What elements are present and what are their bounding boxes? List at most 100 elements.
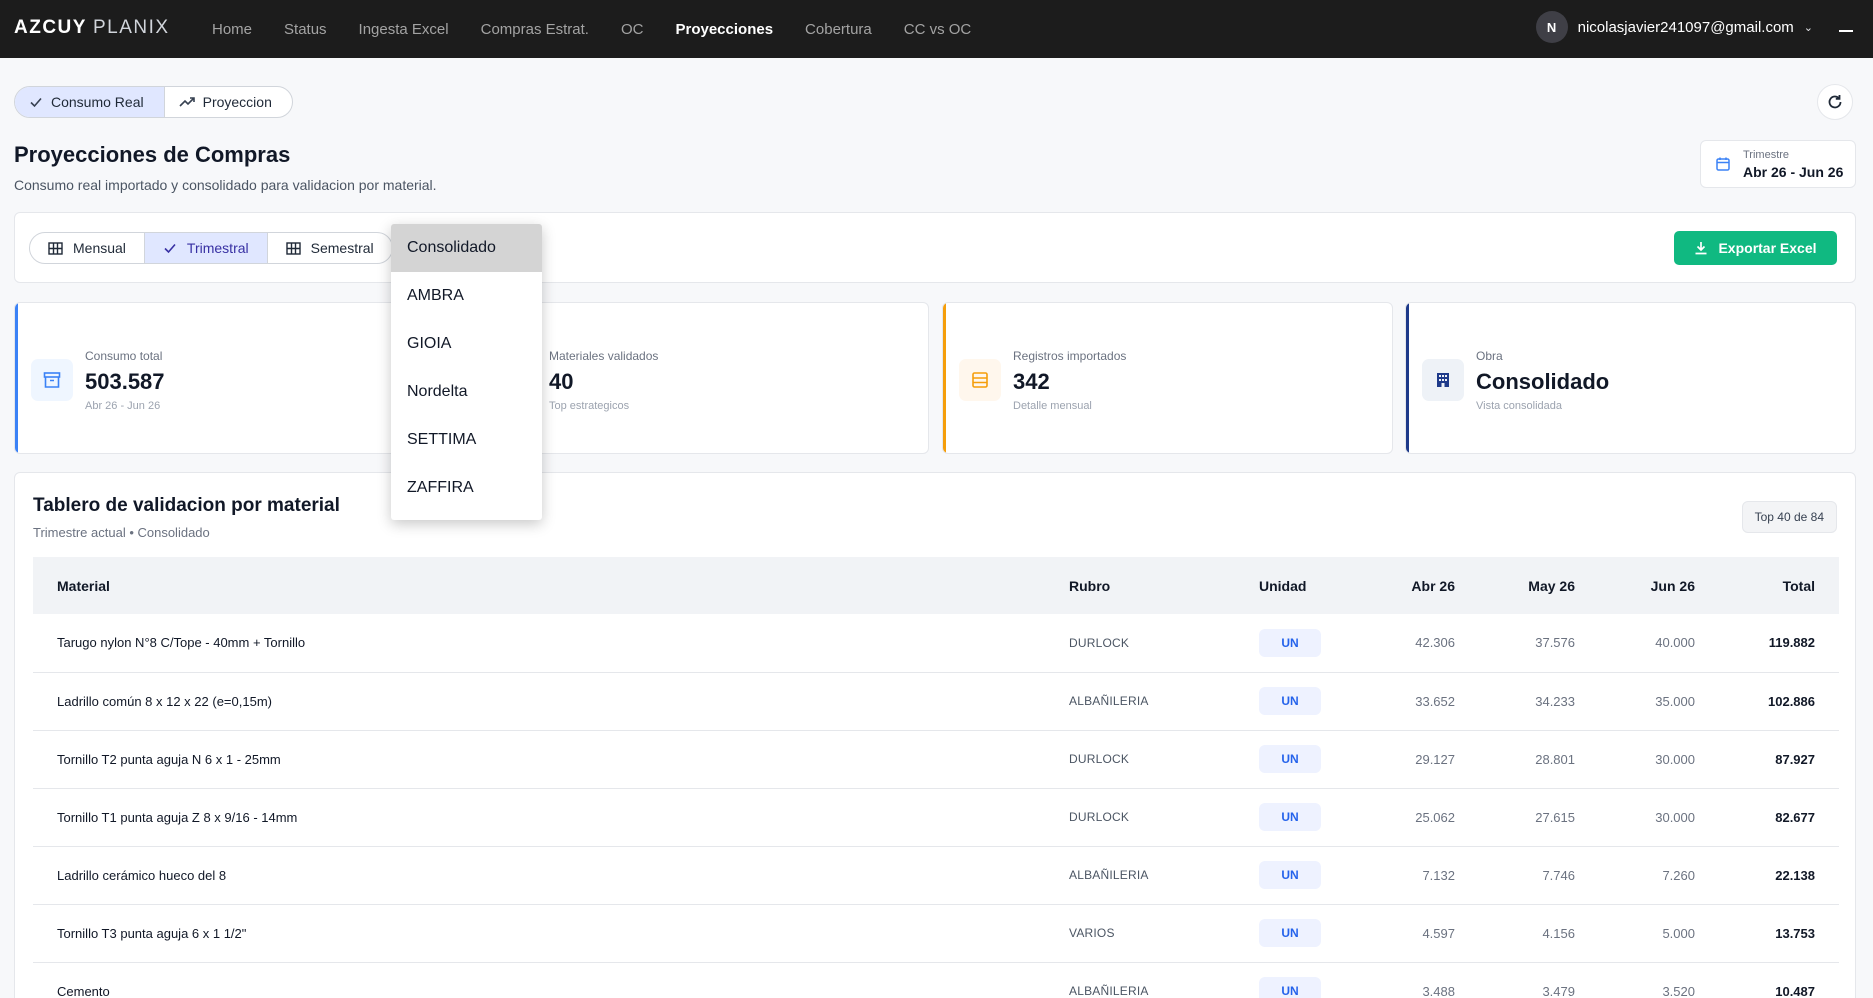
col-header-unidad[interactable]: Unidad: [1235, 557, 1359, 614]
table-row[interactable]: Ladrillo común 8 x 12 x 22 (e=0,15m) ALB…: [33, 672, 1839, 731]
cell-jun: 35.000: [1599, 672, 1719, 731]
col-header-abr[interactable]: Abr 26: [1359, 557, 1479, 614]
refresh-button[interactable]: [1817, 84, 1853, 120]
kpi-label: Consumo total: [85, 349, 163, 363]
cell-material: Ladrillo común 8 x 12 x 22 (e=0,15m): [33, 672, 1045, 731]
count-badge: Top 40 de 84: [1741, 501, 1837, 533]
trimestral-button[interactable]: Trimestral: [144, 233, 268, 263]
table-row[interactable]: Cemento ALBAÑILERIA UN 3.488 3.479 3.520…: [33, 962, 1839, 998]
cell-rubro: DURLOCK: [1045, 788, 1235, 847]
col-header-material[interactable]: Material: [33, 557, 1045, 614]
unit-badge: UN: [1259, 919, 1321, 947]
cell-material: Cemento: [33, 962, 1045, 998]
menu-icon[interactable]: [1839, 30, 1853, 32]
col-header-total[interactable]: Total: [1719, 557, 1839, 614]
cell-unidad: UN: [1235, 672, 1359, 731]
kpi-value: 503.587: [85, 369, 165, 394]
page-subtitle: Consumo real importado y consolidado par…: [14, 177, 437, 193]
cell-total: 22.138: [1719, 846, 1839, 905]
unit-badge: UN: [1259, 803, 1321, 831]
table-row[interactable]: Tarugo nylon N°8 C/Tope - 40mm + Tornill…: [33, 614, 1839, 673]
dropdown-option-gioia[interactable]: GIOIA: [391, 320, 542, 368]
grid-icon: [285, 241, 301, 255]
table-row[interactable]: Tornillo T3 punta aguja 6 x 1 1/2" VARIO…: [33, 904, 1839, 963]
kpi-value: 342: [1013, 369, 1050, 394]
cell-may: 37.576: [1479, 614, 1599, 673]
col-header-rubro[interactable]: Rubro: [1045, 557, 1235, 614]
brand-logo[interactable]: AZCUY PLANIX: [14, 17, 170, 39]
nav-item-home[interactable]: Home: [196, 21, 268, 38]
cell-unidad: UN: [1235, 788, 1359, 847]
cell-unidad: UN: [1235, 962, 1359, 998]
export-excel-button[interactable]: Exportar Excel: [1674, 231, 1837, 265]
col-header-jun[interactable]: Jun 26: [1599, 557, 1719, 614]
dropdown-option-consolidado[interactable]: Consolidado: [391, 224, 542, 272]
nav-item-compras-estrat[interactable]: Compras Estrat.: [465, 21, 605, 38]
nav-item-proyecciones[interactable]: Proyecciones: [659, 21, 789, 38]
mensual-button[interactable]: Mensual: [30, 233, 145, 263]
cell-abr: 25.062: [1359, 788, 1479, 847]
building-icon: [1422, 359, 1464, 401]
cell-jun: 7.260: [1599, 846, 1719, 905]
table-row[interactable]: Ladrillo cerámico hueco del 8 ALBAÑILERI…: [33, 846, 1839, 905]
cell-abr: 4.597: [1359, 904, 1479, 963]
table-row[interactable]: Tornillo T2 punta aguja N 6 x 1 - 25mm D…: [33, 730, 1839, 789]
obra-dropdown-menu: Consolidado AMBRA GIOIA Nordelta SETTIMA…: [391, 224, 542, 520]
dropdown-option-nordelta[interactable]: Nordelta: [391, 368, 542, 416]
user-menu[interactable]: N nicolasjavier241097@gmail.com ⌄: [1535, 11, 1813, 43]
kpi-sub: Detalle mensual: [1013, 400, 1092, 412]
avatar: N: [1535, 11, 1568, 43]
nav-item-cobertura[interactable]: Cobertura: [789, 21, 888, 38]
cell-unidad: UN: [1235, 904, 1359, 963]
calendar-icon: [1716, 157, 1730, 171]
table-row[interactable]: Tornillo T1 punta aguja Z 8 x 9/16 - 14m…: [33, 788, 1839, 847]
period-selector[interactable]: Trimestre Abr 26 - Jun 26: [1700, 140, 1856, 188]
cell-material: Tornillo T3 punta aguja 6 x 1 1/2": [33, 904, 1045, 963]
materials-table: Material Rubro Unidad Abr 26 May 26 Jun …: [33, 557, 1839, 998]
refresh-icon: [1828, 95, 1842, 109]
trending-up-icon: [179, 97, 195, 107]
kpi-value: Consolidado: [1476, 369, 1610, 394]
main-nav: Home Status Ingesta Excel Compras Estrat…: [196, 0, 987, 58]
cell-abr: 42.306: [1359, 614, 1479, 673]
kpi-label: Registros importados: [1013, 349, 1127, 363]
export-excel-label: Exportar Excel: [1718, 240, 1817, 256]
kpi-materiales-validados: Materiales validados 40 Top estrategicos: [478, 302, 929, 454]
cell-total: 13.753: [1719, 904, 1839, 963]
brand-light: PLANIX: [92, 17, 170, 38]
cell-unidad: UN: [1235, 846, 1359, 905]
kpi-label: Obra: [1476, 349, 1503, 363]
cell-may: 4.156: [1479, 904, 1599, 963]
cell-jun: 40.000: [1599, 614, 1719, 673]
archive-icon: [31, 359, 73, 401]
cell-material: Tarugo nylon N°8 C/Tope - 40mm + Tornill…: [33, 614, 1045, 673]
chevron-down-icon: ⌄: [1803, 21, 1813, 34]
mode-toggle: Consumo Real Proyeccion: [14, 86, 293, 118]
kpi-sub: Abr 26 - Jun 26: [85, 400, 161, 412]
cell-material: Tornillo T2 punta aguja N 6 x 1 - 25mm: [33, 730, 1045, 789]
validation-table-card: Tablero de validacion por material Trime…: [14, 472, 1856, 998]
mensual-label: Mensual: [73, 240, 126, 256]
table-subtitle: Trimestre actual • Consolidado: [33, 525, 210, 540]
proyeccion-button[interactable]: Proyeccion: [165, 87, 292, 117]
period-label: Trimestre: [1743, 148, 1790, 161]
kpi-registros-importados: Registros importados 342 Detalle mensual: [942, 302, 1393, 454]
nav-item-ingesta-excel[interactable]: Ingesta Excel: [343, 21, 465, 38]
nav-item-status[interactable]: Status: [268, 21, 343, 38]
cell-jun: 5.000: [1599, 904, 1719, 963]
cell-jun: 30.000: [1599, 730, 1719, 789]
cell-may: 34.233: [1479, 672, 1599, 731]
consumo-real-button[interactable]: Consumo Real: [15, 87, 165, 117]
cell-may: 27.615: [1479, 788, 1599, 847]
nav-item-cc-vs-oc[interactable]: CC vs OC: [888, 21, 988, 38]
dropdown-option-zaffira[interactable]: ZAFFIRA: [391, 464, 542, 512]
nav-item-oc[interactable]: OC: [605, 21, 660, 38]
unit-badge: UN: [1259, 745, 1321, 773]
cell-abr: 29.127: [1359, 730, 1479, 789]
dropdown-option-settima[interactable]: SETTIMA: [391, 416, 542, 464]
cell-unidad: UN: [1235, 730, 1359, 789]
col-header-may[interactable]: May 26: [1479, 557, 1599, 614]
dropdown-option-ambra[interactable]: AMBRA: [391, 272, 542, 320]
unit-badge: UN: [1259, 628, 1321, 657]
semestral-button[interactable]: Semestral: [268, 233, 392, 263]
